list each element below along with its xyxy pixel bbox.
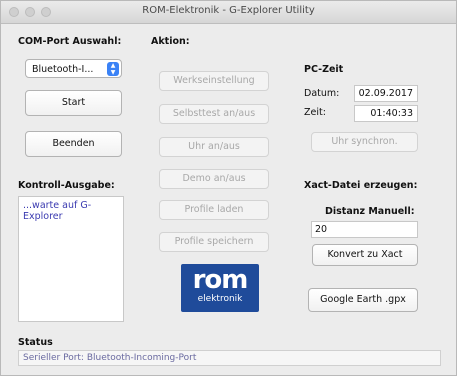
exit-button-label: Beenden [52, 138, 95, 149]
date-label: Datum: [304, 88, 340, 99]
action-heading: Aktion: [151, 36, 190, 47]
demo-toggle-label: Demo an/aus [182, 173, 246, 184]
status-heading: Status [18, 337, 53, 348]
pc-time-heading: PC-Zeit [304, 64, 344, 75]
export-gpx-label: Google Earth .gpx [320, 294, 406, 305]
control-output-heading: Kontroll-Ausgabe: [18, 180, 115, 191]
com-port-select[interactable]: Bluetooth-I... ▲ ▼ [25, 59, 122, 78]
title-bar: ROM-Elektronik - G-Explorer Utility [1, 1, 456, 24]
factory-reset-label: Werkseinstellung [173, 75, 255, 86]
load-profiles-label: Profile laden [184, 204, 244, 215]
time-label: Zeit: [304, 107, 326, 118]
xact-heading: Xact-Datei erzeugen: [304, 180, 418, 191]
log-line: ...warte auf G- [23, 200, 92, 211]
clock-toggle-label: Uhr an/aus [188, 141, 240, 152]
start-button[interactable]: Start [25, 90, 122, 116]
start-button-label: Start [61, 97, 86, 108]
com-port-heading: COM-Port Auswahl: [18, 36, 122, 47]
distance-label: Distanz Manuell: [325, 206, 415, 217]
factory-reset-button[interactable]: Werkseinstellung [159, 71, 269, 91]
clock-toggle-button[interactable]: Uhr an/aus [159, 137, 269, 157]
export-gpx-button[interactable]: Google Earth .gpx [308, 288, 418, 312]
window-title: ROM-Elektronik - G-Explorer Utility [142, 5, 315, 16]
exit-button[interactable]: Beenden [25, 131, 122, 157]
logo-elektronik-text: elektronik [197, 294, 243, 304]
rom-elektronik-logo: rom elektronik [181, 264, 259, 312]
chevron-updown-icon: ▲ ▼ [107, 62, 119, 76]
save-profiles-label: Profile speichern [174, 236, 254, 247]
sync-clock-label: Uhr synchron. [331, 136, 398, 147]
control-output-log[interactable]: ...warte auf G- Explorer [18, 196, 124, 322]
convert-xact-button[interactable]: Konvert zu Xact [312, 244, 418, 266]
convert-xact-label: Konvert zu Xact [327, 249, 403, 260]
app-window: ROM-Elektronik - G-Explorer Utility COM-… [0, 0, 457, 376]
selftest-toggle-label: Selbsttest an/aus [172, 108, 256, 119]
com-port-selected-value: Bluetooth-I... [32, 64, 94, 75]
date-field[interactable]: 02.09.2017 [354, 85, 418, 102]
distance-input[interactable]: 20 [311, 221, 418, 238]
logo-rom-text: rom [192, 265, 249, 295]
time-field[interactable]: 01:40:33 [354, 105, 418, 122]
demo-toggle-button[interactable]: Demo an/aus [159, 169, 269, 189]
log-line: Explorer [23, 211, 63, 222]
status-text: Serieller Port: Bluetooth-Incoming-Port [18, 350, 441, 366]
sync-clock-button[interactable]: Uhr synchron. [311, 132, 418, 152]
selftest-toggle-button[interactable]: Selbsttest an/aus [159, 104, 269, 124]
load-profiles-button[interactable]: Profile laden [159, 200, 269, 220]
save-profiles-button[interactable]: Profile speichern [159, 232, 269, 252]
